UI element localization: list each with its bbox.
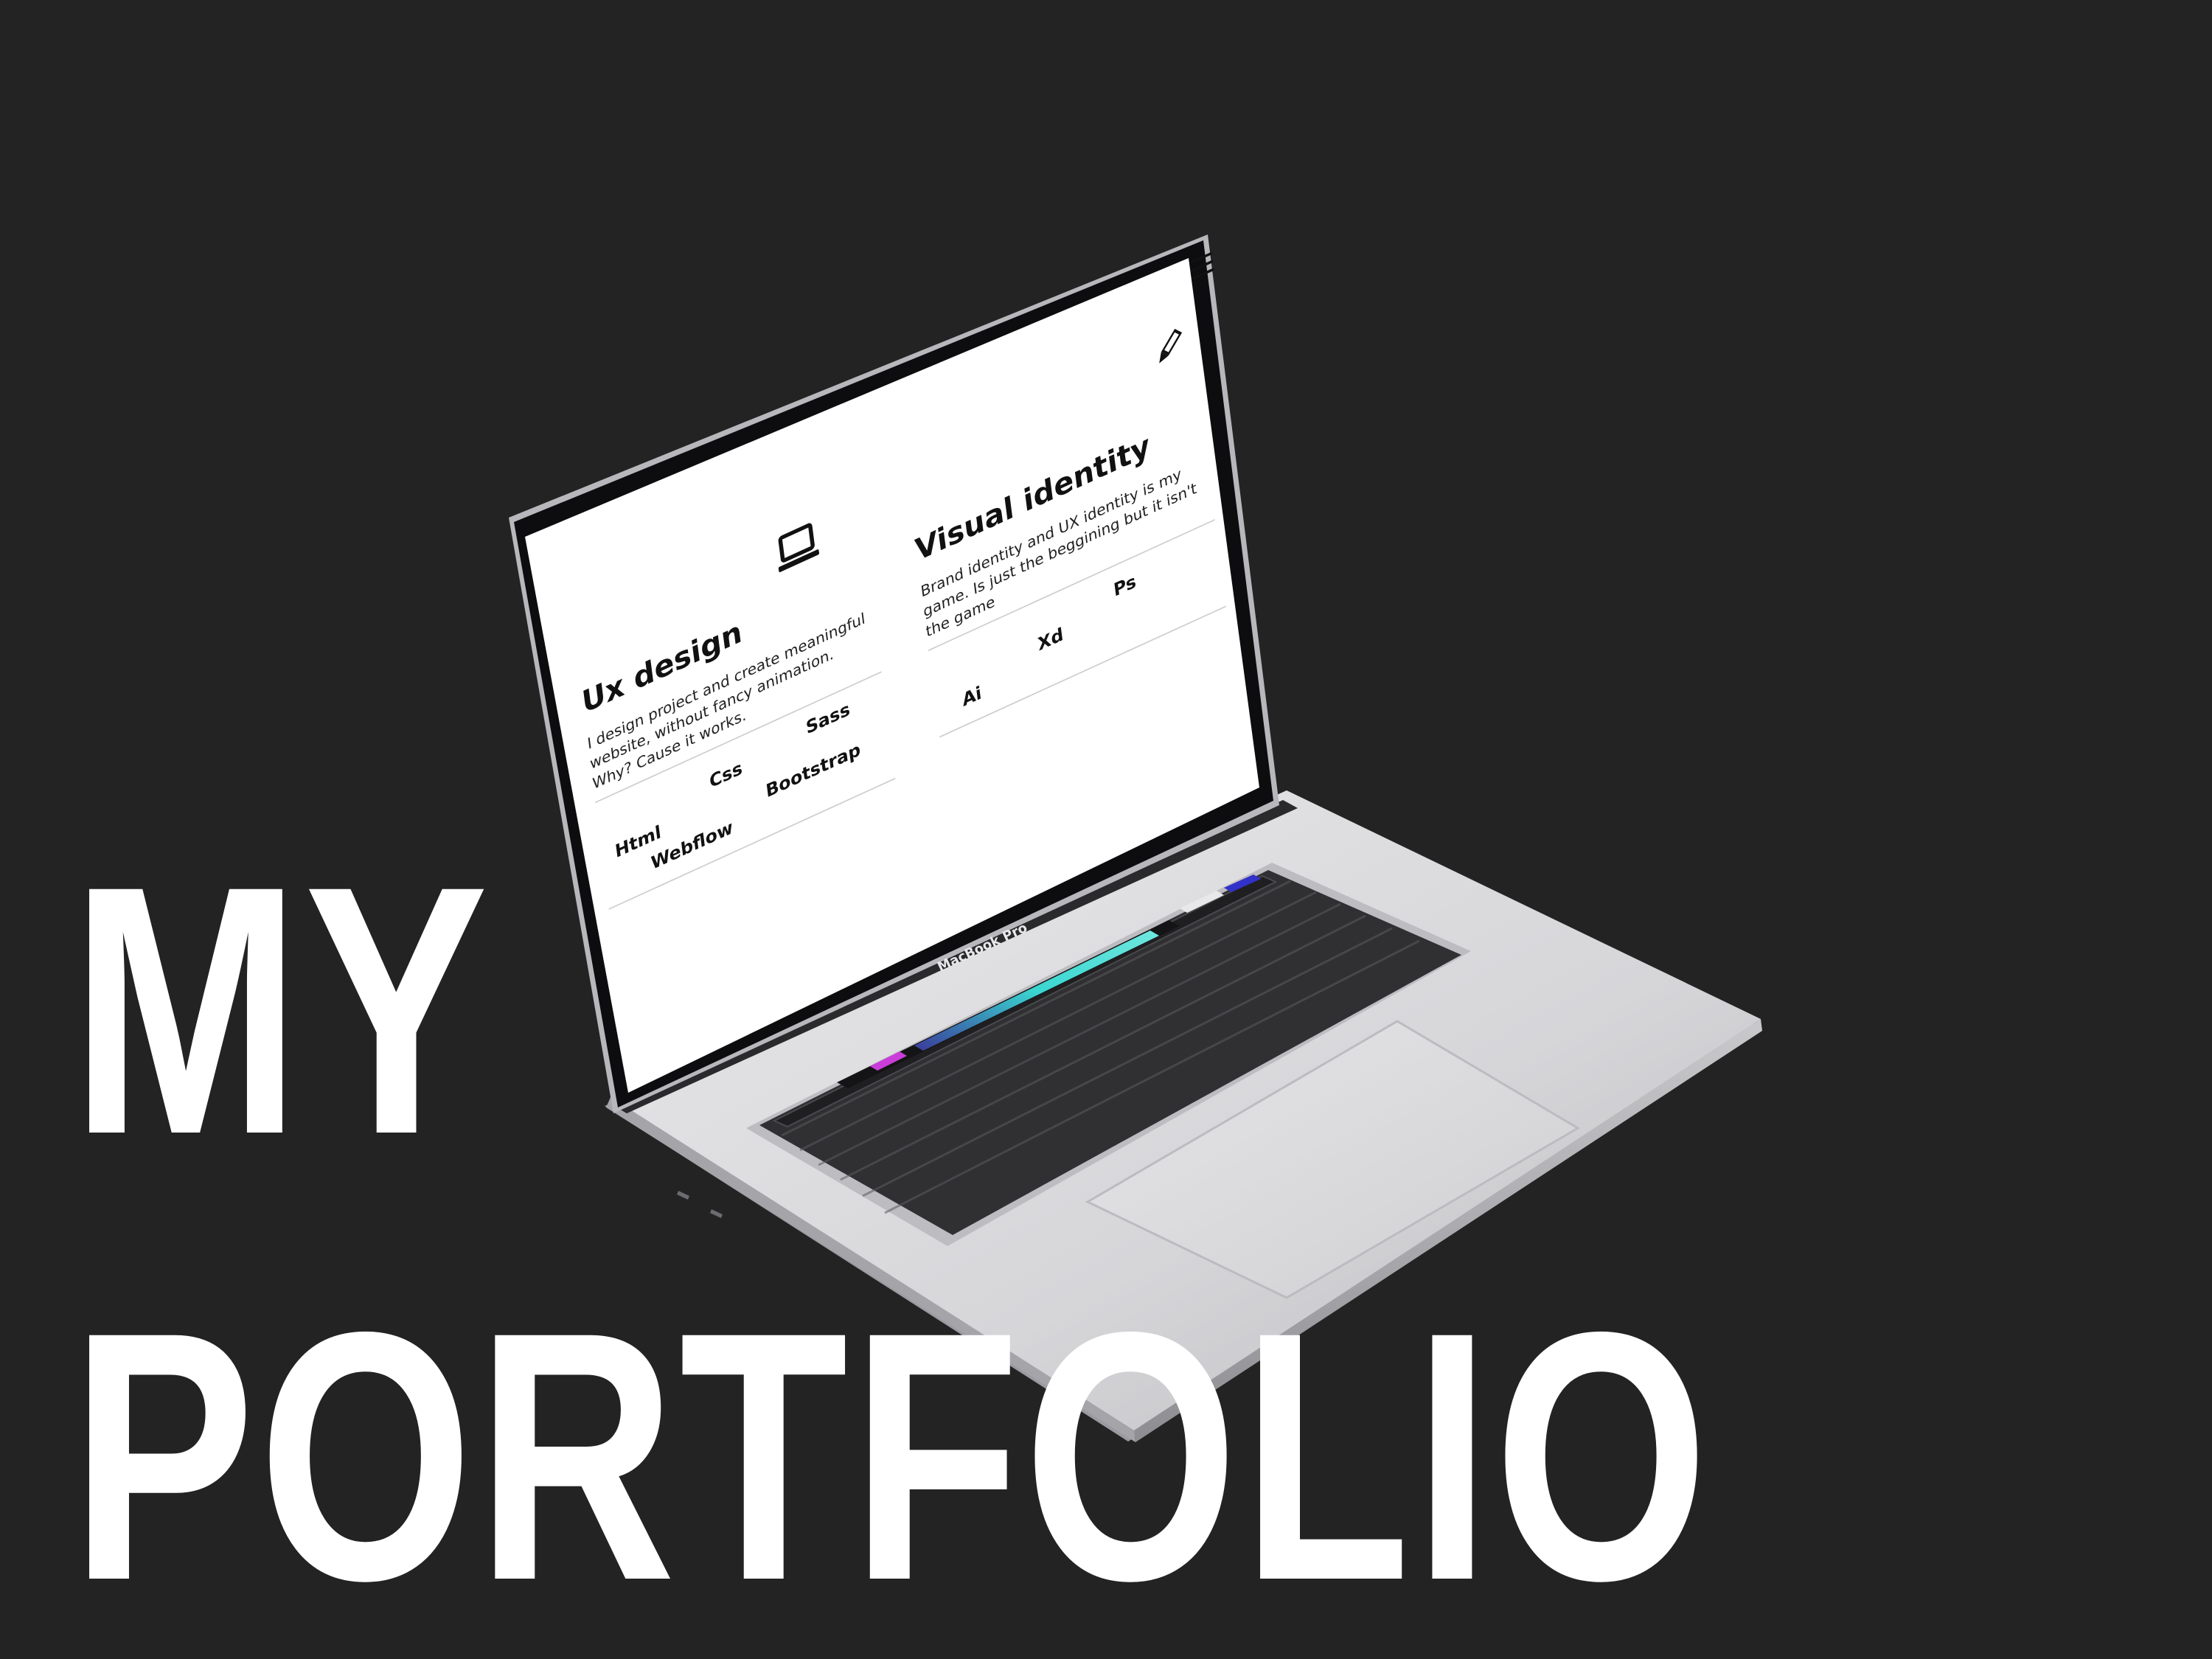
skill-tag: Xd <box>1037 624 1065 656</box>
skill-tag: Bootstrap <box>765 739 862 803</box>
pencil-icon <box>1159 328 1183 364</box>
portfolio-poster: MY MacBook Pro Ux design I design projec… <box>0 0 2212 1659</box>
skill-tag: Sass <box>804 698 852 740</box>
laptop-icon <box>778 523 820 573</box>
hamburger-icon[interactable] <box>1189 251 1214 281</box>
skill-tag: Ps <box>1112 571 1138 602</box>
skill-tag: Ai <box>961 682 983 712</box>
usb-c-ports <box>677 1191 723 1218</box>
skill-tag: Css <box>708 757 744 793</box>
headline-portfolio: PORTFOLIO <box>71 1258 1712 1654</box>
skill-tag: Webflow <box>650 817 734 874</box>
